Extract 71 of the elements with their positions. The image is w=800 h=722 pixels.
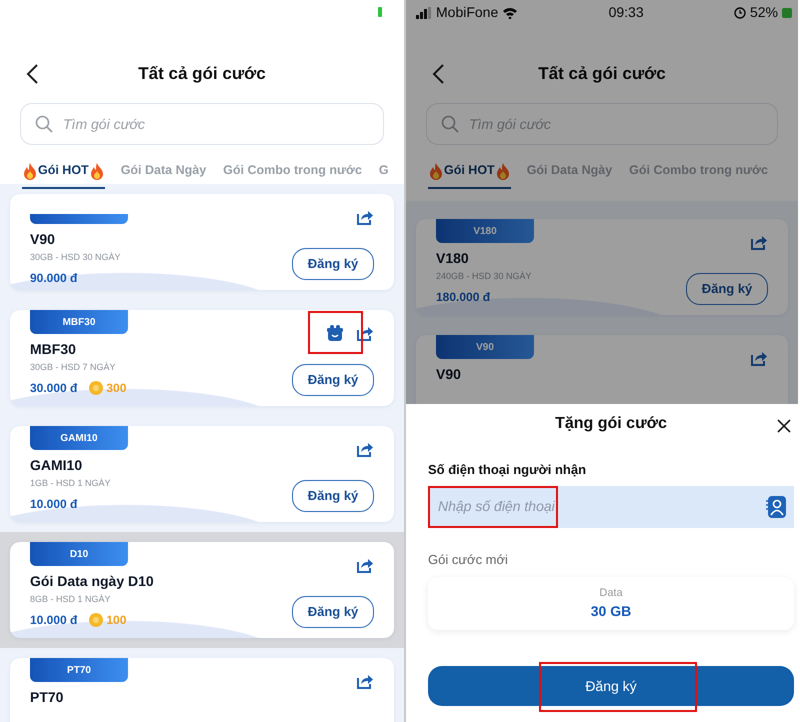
- battery-percent: 52%: [750, 3, 778, 22]
- package-badge: PT70: [30, 658, 128, 682]
- coin-icon: [89, 380, 104, 394]
- package-name: GAMI10: [30, 456, 84, 474]
- package-name: MBF30: [30, 340, 77, 358]
- share-icon[interactable]: [356, 556, 374, 574]
- summary-value: 30 GB: [590, 602, 632, 622]
- carrier-name: MobiFone: [436, 3, 498, 22]
- flame-icon: [496, 162, 510, 180]
- search-field[interactable]: Tìm gói cước: [426, 103, 778, 145]
- package-price: 10.000 đ: [30, 612, 78, 628]
- package-details: 30GB - HSD 30 NGÀY: [30, 251, 122, 264]
- page-title: Tất cả gói cước: [538, 63, 666, 86]
- register-button[interactable]: Đăng ký: [292, 364, 374, 396]
- share-icon[interactable]: [750, 233, 768, 251]
- package-name: V90: [436, 365, 462, 383]
- phone-field[interactable]: Nhập số điện thoại: [428, 486, 794, 528]
- package-badge: D10: [30, 542, 128, 566]
- gift-icon[interactable]: [326, 324, 344, 342]
- search-icon: [35, 115, 53, 133]
- package-badge: MBF30: [30, 310, 128, 334]
- register-button[interactable]: Đăng ký: [686, 273, 768, 305]
- section-label: Gói cước mới: [428, 550, 509, 568]
- package-badge: V180: [436, 219, 534, 243]
- package-price: 180.000 đ: [436, 288, 490, 306]
- alarm-icon: [734, 6, 746, 18]
- package-name: Gói Data ngày D10: [30, 572, 154, 590]
- battery-icon: [782, 6, 792, 18]
- sheet-title: Tặng gói cước: [555, 414, 667, 434]
- package-details: 30GB - HSD 7 NGÀY: [30, 361, 117, 374]
- back-icon[interactable]: [431, 63, 445, 85]
- flame-icon: [90, 162, 104, 180]
- battery-icon: [378, 7, 382, 17]
- page-title: Tất cả gói cước: [138, 63, 266, 86]
- search-field[interactable]: Tìm gói cước: [20, 103, 384, 145]
- register-button[interactable]: Đăng ký: [292, 480, 374, 512]
- package-name: V180: [436, 249, 470, 267]
- package-price: 30.000 đ: [30, 380, 78, 396]
- package-price: 90.000 đ: [30, 270, 78, 286]
- points-value: 100: [106, 612, 126, 628]
- package-details: 240GB - HSD 30 NGÀY: [436, 270, 533, 283]
- search-icon: [441, 115, 459, 133]
- package-price: 10.000 đ: [30, 496, 78, 512]
- field-label: Số điện thoại người nhận: [428, 461, 588, 479]
- close-icon[interactable]: [776, 418, 792, 434]
- search-input[interactable]: Tìm gói cước: [61, 112, 383, 136]
- search-input[interactable]: Tìm gói cước: [467, 112, 777, 136]
- register-button[interactable]: Đăng ký: [428, 666, 794, 706]
- wifi-icon: [502, 6, 518, 18]
- summary-label: Data: [599, 586, 623, 601]
- contact-icon[interactable]: [766, 496, 786, 518]
- back-icon[interactable]: [25, 63, 39, 85]
- package-details: 8GB - HSD 1 NGÀY: [30, 593, 112, 606]
- share-icon[interactable]: [356, 208, 374, 226]
- phone-input[interactable]: Nhập số điện thoại: [436, 495, 636, 518]
- register-button[interactable]: Đăng ký: [292, 248, 374, 280]
- share-icon[interactable]: [356, 440, 374, 458]
- status-time: 09:33: [608, 3, 644, 22]
- register-button[interactable]: Đăng ký: [292, 596, 374, 628]
- package-details: 1GB - HSD 1 NGÀY: [30, 477, 112, 490]
- share-icon[interactable]: [356, 672, 374, 690]
- signal-icon: [416, 6, 432, 18]
- package-name: PT70: [30, 688, 64, 706]
- points-value: 300: [106, 380, 126, 396]
- share-icon[interactable]: [750, 349, 768, 367]
- package-badge: V90: [436, 335, 534, 359]
- package-badge: GAMI10: [30, 426, 128, 450]
- share-icon[interactable]: [356, 324, 374, 342]
- coin-icon: [89, 612, 104, 626]
- package-name: V90: [30, 230, 56, 248]
- tab[interactable]: Gói HOT: [428, 159, 511, 189]
